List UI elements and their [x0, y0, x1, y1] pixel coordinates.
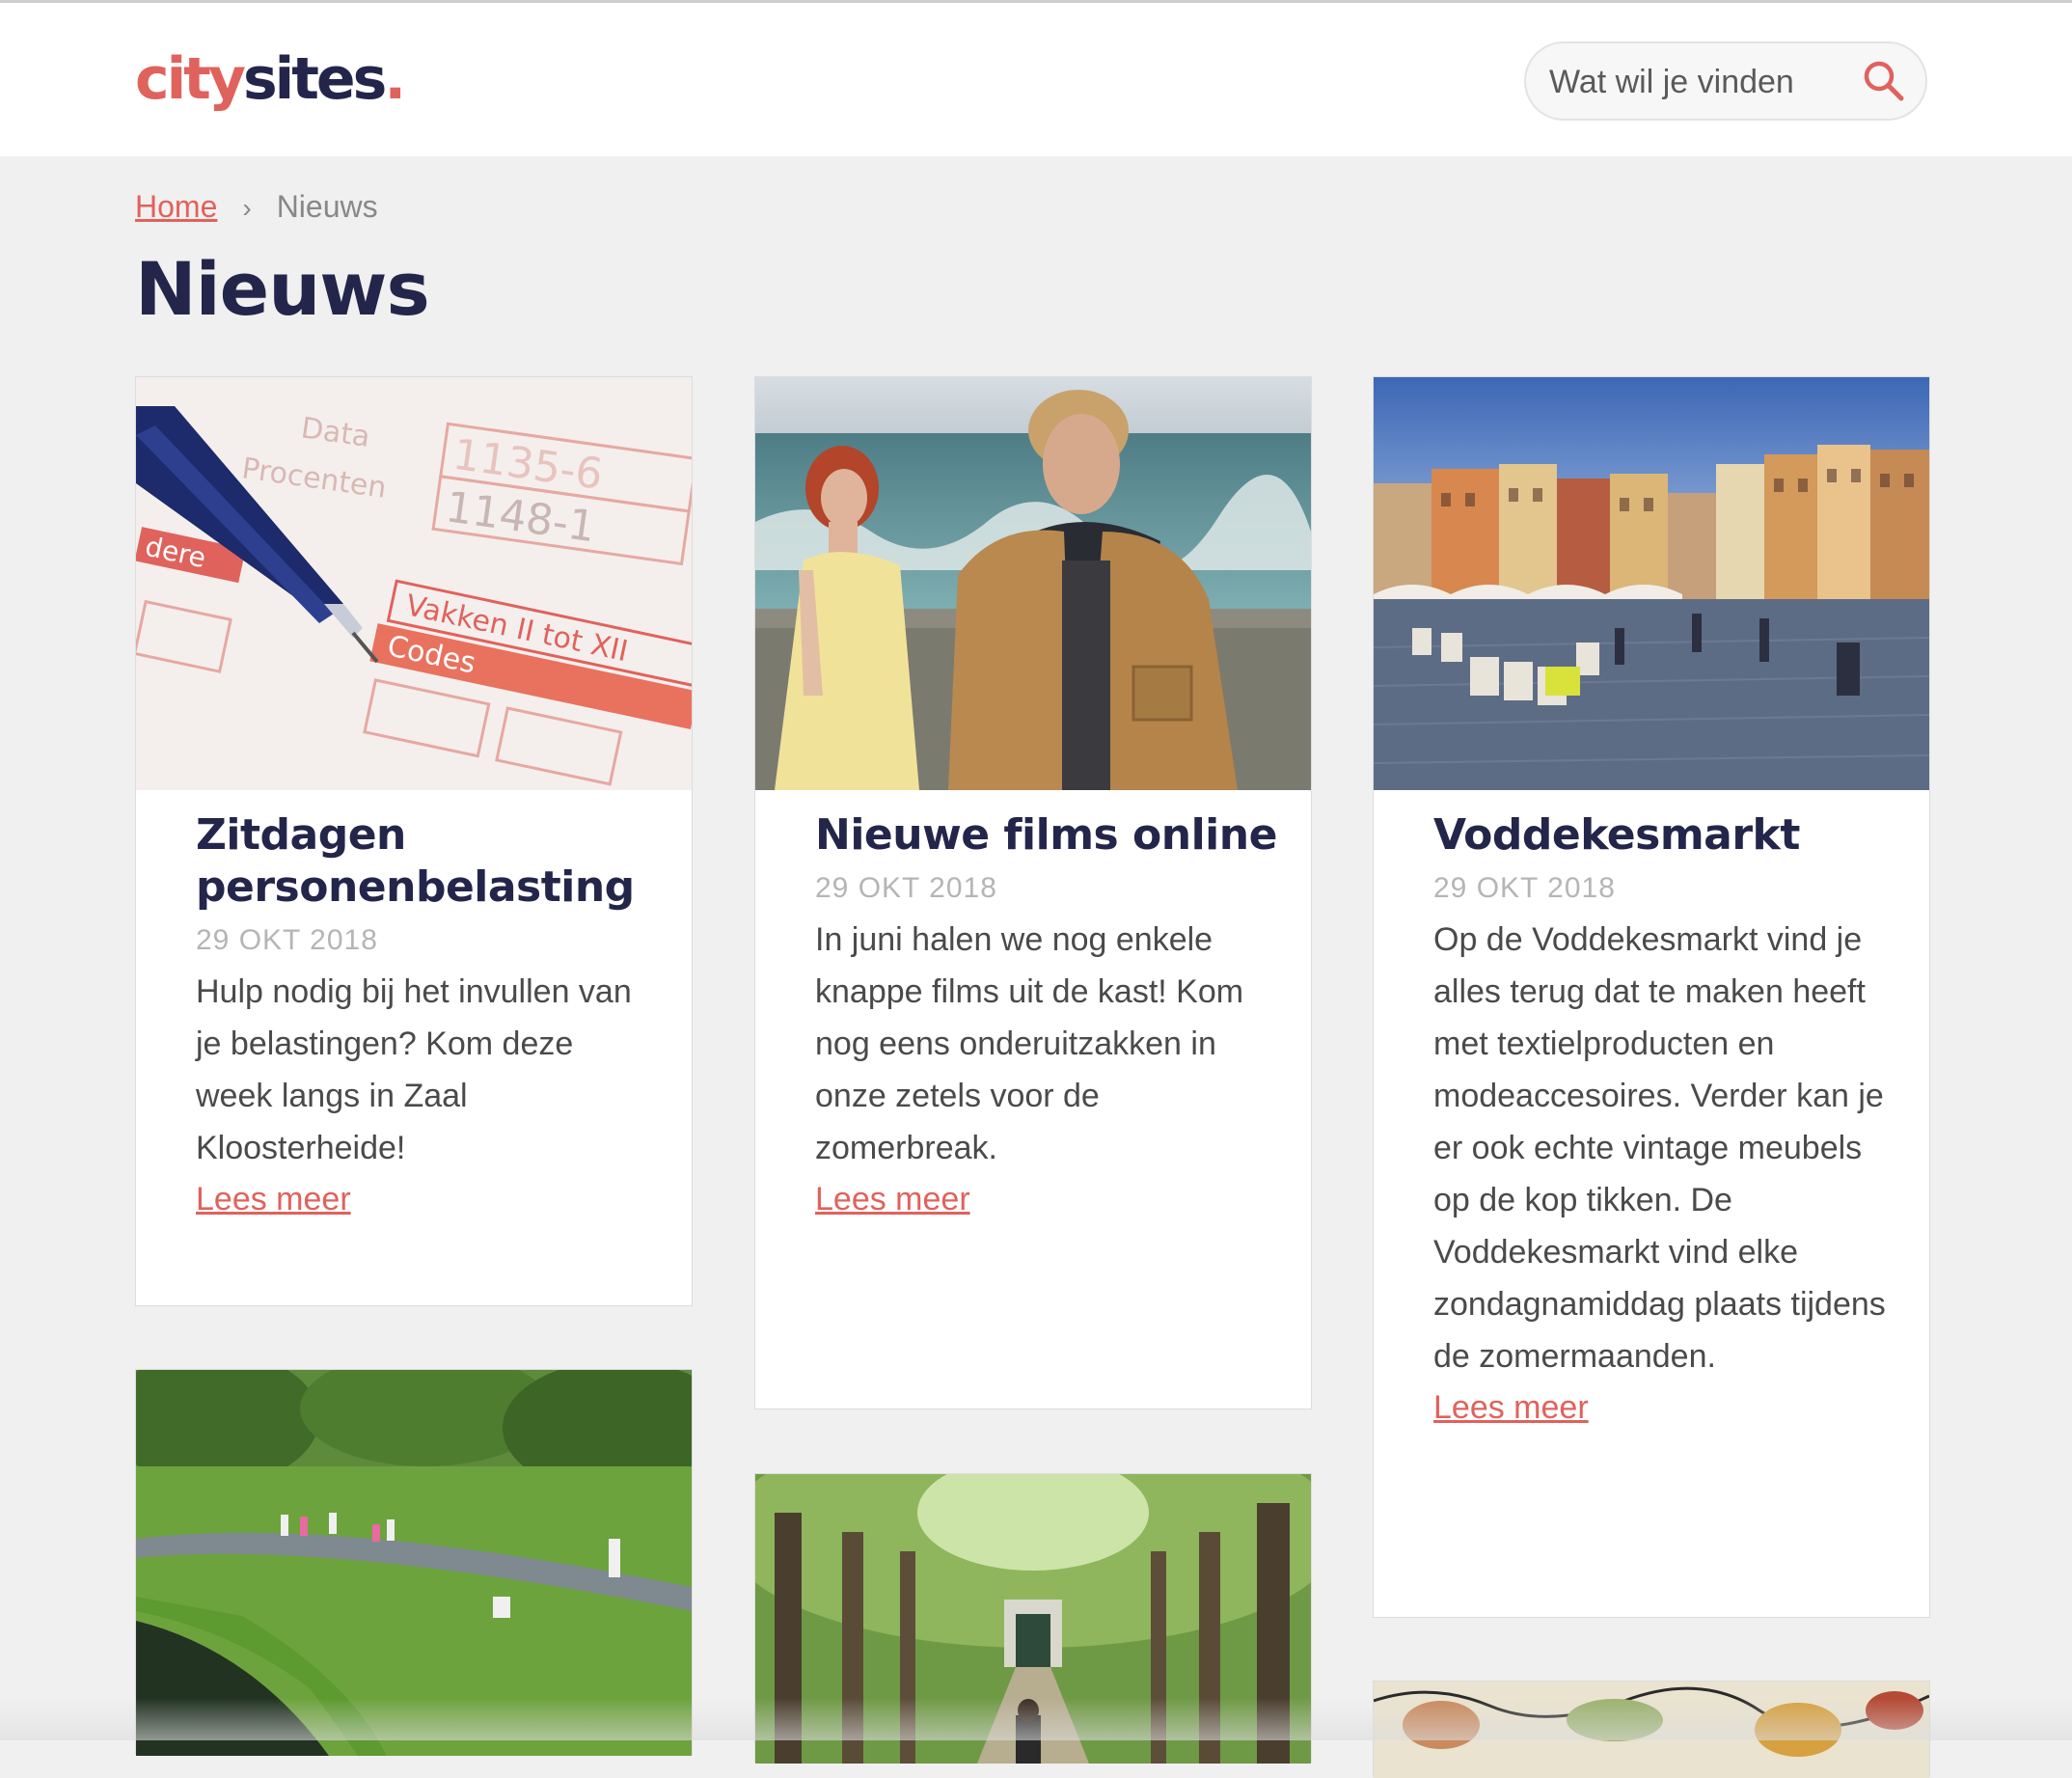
news-card	[135, 1369, 693, 1756]
news-card-image[interactable]	[136, 1370, 692, 1756]
read-more-link[interactable]: Lees meer	[196, 1174, 351, 1224]
news-card-image[interactable]	[1374, 1682, 1929, 1778]
search-icon[interactable]	[1862, 59, 1906, 103]
tax-form-photo: Data Procenten 1135-6 1148-1 dere Vakken…	[136, 377, 692, 790]
read-more-link[interactable]: Lees meer	[1433, 1382, 1589, 1433]
breadcrumb: Home › Nieuws	[135, 185, 378, 230]
news-card: Nieuwe films online 29 OKT 2018 In juni …	[754, 376, 1312, 1409]
news-card-date: 29 OKT 2018	[815, 872, 997, 904]
search-input[interactable]	[1549, 59, 1839, 105]
news-card-image[interactable]	[755, 377, 1311, 790]
news-card-body: Zitdagen personenbelasting 29 OKT 2018 H…	[196, 809, 659, 1224]
news-card-title[interactable]: Voddekesmarkt	[1433, 809, 1896, 862]
news-card-image[interactable]: Data Procenten 1135-6 1148-1 dere Vakken…	[136, 377, 692, 790]
news-card	[1373, 1681, 1930, 1778]
news-card: Voddekesmarkt 29 OKT 2018 Op de Voddekes…	[1373, 376, 1930, 1618]
film-still-photo	[755, 377, 1311, 790]
read-more-link[interactable]: Lees meer	[815, 1174, 970, 1224]
news-card-body: Voddekesmarkt 29 OKT 2018 Op de Voddekes…	[1433, 809, 1896, 1433]
news-card-image[interactable]	[1374, 377, 1929, 790]
market-square-photo	[1374, 377, 1929, 790]
news-card	[754, 1473, 1312, 1764]
forest-lane-photo	[755, 1474, 1311, 1764]
breadcrumb-separator: ›	[242, 193, 252, 223]
breadcrumb-home-link[interactable]: Home	[135, 189, 217, 224]
news-card-date: 29 OKT 2018	[196, 924, 378, 956]
breadcrumb-current: Nieuws	[276, 189, 378, 224]
search-box	[1524, 41, 1927, 121]
news-card-description: Op de Voddekesmarkt vind je alles terug …	[1433, 921, 1886, 1375]
page-title: Nieuws	[135, 246, 430, 332]
news-card-image[interactable]	[755, 1474, 1311, 1764]
illustration-photo	[1374, 1682, 1929, 1778]
news-card-description: In juni halen we nog enkele knappe films…	[815, 921, 1244, 1166]
citysites-logo[interactable]: citysites.	[135, 43, 406, 115]
site-header: citysites.	[0, 3, 2072, 156]
news-card: Data Procenten 1135-6 1148-1 dere Vakken…	[135, 376, 693, 1306]
news-card-title[interactable]: Nieuwe films online	[815, 809, 1278, 862]
park-photo	[136, 1370, 692, 1756]
news-card-description: Hulp nodig bij het invullen van je belas…	[196, 973, 632, 1166]
news-card-body: Nieuwe films online 29 OKT 2018 In juni …	[815, 809, 1278, 1224]
news-card-title[interactable]: Zitdagen personenbelasting	[196, 809, 659, 914]
news-card-date: 29 OKT 2018	[1433, 872, 1616, 904]
